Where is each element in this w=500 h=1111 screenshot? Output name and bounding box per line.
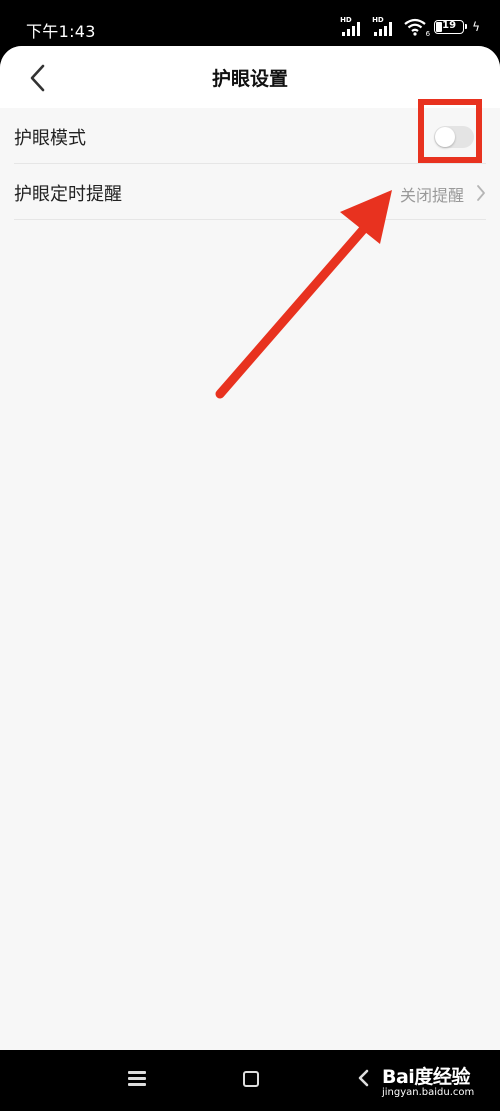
- signal-icon: HD: [340, 16, 364, 36]
- watermark-brand: Bai度经验: [382, 1066, 470, 1088]
- battery-icon: 19: [434, 20, 468, 34]
- menu-icon[interactable]: [128, 1071, 146, 1087]
- status-time: 下午1:43: [26, 22, 96, 41]
- status-bar: 下午1:43 HD HD 6 19 ϟ: [0, 0, 500, 46]
- watermark-url: jingyan.baidu.com: [382, 1087, 475, 1098]
- wifi-icon: 6: [404, 18, 430, 38]
- home-icon[interactable]: [243, 1071, 259, 1087]
- baidu-watermark-logo: Bai度经验 jingyan.baidu.com: [382, 1062, 474, 1098]
- back-icon[interactable]: [356, 1068, 370, 1088]
- annotation-arrow-icon: [215, 190, 392, 399]
- charging-icon: ϟ: [472, 20, 480, 34]
- app-screen: 护眼设置 护眼模式 护眼定时提醒 关闭提醒: [0, 46, 500, 1050]
- wifi-badge: 6: [425, 30, 431, 38]
- navigation-bar: Bai度经验 jingyan.baidu.com: [0, 1050, 500, 1111]
- status-icons: HD HD 6 19 ϟ: [340, 16, 480, 38]
- signal-icon-2: HD: [372, 16, 396, 36]
- battery-level: 19: [442, 20, 457, 31]
